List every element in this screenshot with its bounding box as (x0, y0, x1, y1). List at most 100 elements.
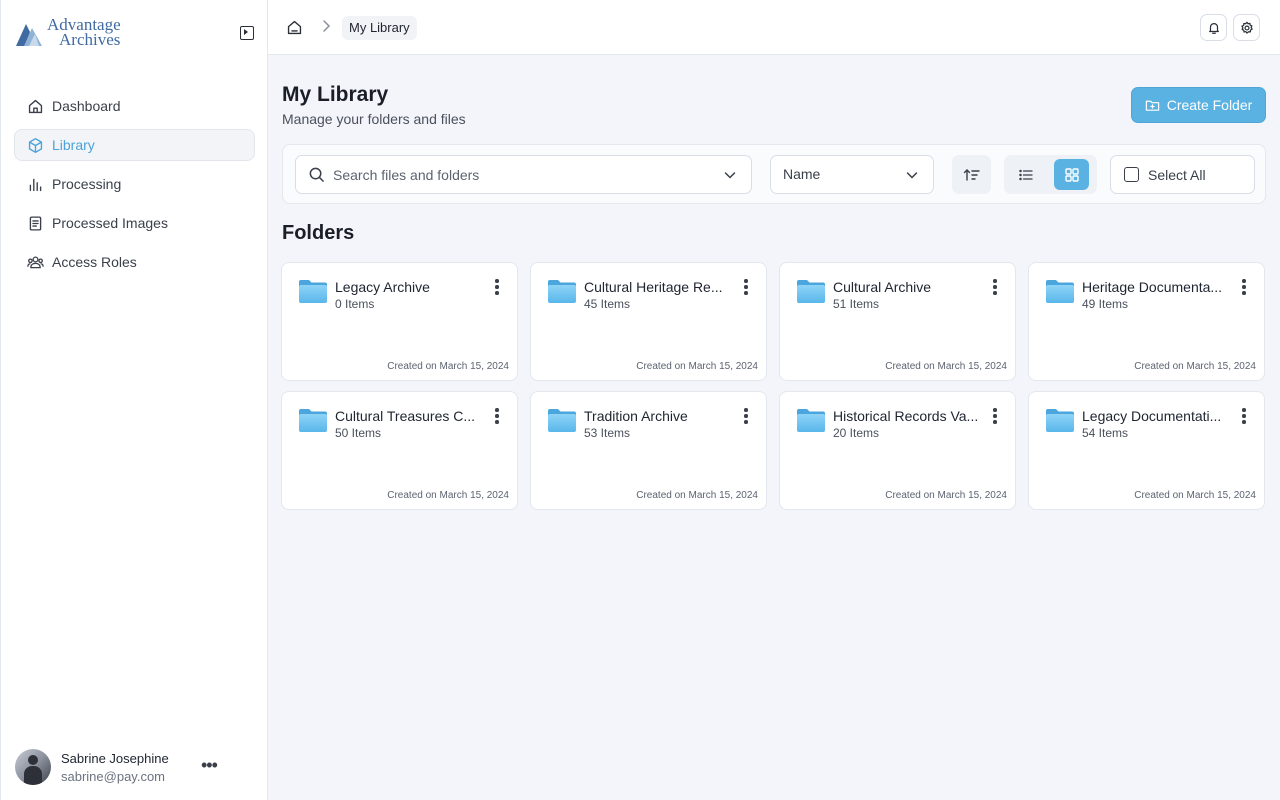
create-folder-button[interactable]: Create Folder (1131, 87, 1266, 123)
document-icon (29, 215, 42, 231)
cube-icon (28, 137, 43, 153)
folder-card[interactable]: Legacy Archive 0 Items Created on March … (281, 262, 518, 381)
folder-icon (548, 280, 576, 303)
folder-name: Cultural Heritage Re... (584, 279, 723, 295)
notifications-button[interactable] (1200, 14, 1227, 41)
more-options-icon[interactable] (988, 408, 1002, 428)
select-all-checkbox[interactable] (1124, 167, 1139, 182)
folder-item-count: 51 Items (833, 297, 880, 311)
sidebar-item-library[interactable]: Library (14, 129, 255, 161)
folder-name: Cultural Archive (833, 279, 932, 295)
create-folder-label: Create Folder (1166, 97, 1253, 113)
folder-created-date: Created on March 15, 2024 (636, 361, 758, 372)
more-options-icon[interactable] (1237, 408, 1251, 428)
settings-button[interactable] (1233, 14, 1260, 41)
users-icon (27, 256, 44, 268)
search-input[interactable] (333, 166, 713, 183)
more-options-icon[interactable] (739, 279, 753, 299)
search-icon (309, 167, 324, 182)
sidebar-item-label: Processed Images (52, 215, 168, 231)
folder-card[interactable]: Historical Records Va... 20 Items Create… (779, 391, 1016, 510)
folder-card[interactable]: Cultural Heritage Re... 45 Items Created… (530, 262, 767, 381)
sidebar-item-processed-images[interactable]: Processed Images (14, 207, 255, 239)
brand-line-2: Archives (59, 30, 121, 49)
folder-created-date: Created on March 15, 2024 (885, 490, 1007, 501)
bar-chart-icon (29, 178, 42, 191)
list-icon (1018, 169, 1033, 180)
folder-card[interactable]: Tradition Archive 53 Items Created on Ma… (530, 391, 767, 510)
page-subtitle: Manage your folders and files (282, 111, 466, 127)
sidebar-item-label: Processing (52, 176, 122, 192)
folder-icon (1046, 280, 1074, 303)
page-title: My Library (282, 83, 389, 106)
chevron-down-icon[interactable] (723, 168, 737, 182)
more-options-icon[interactable] (739, 408, 753, 428)
folder-icon (1046, 409, 1074, 432)
select-all-toggle[interactable]: Select All (1110, 155, 1255, 194)
folder-created-date: Created on March 15, 2024 (885, 361, 1007, 372)
list-view-button[interactable] (1008, 159, 1043, 190)
sidebar-item-label: Dashboard (52, 98, 121, 114)
user-email: sabrine@pay.com (61, 768, 165, 784)
folder-name: Cultural Treasures C... (335, 408, 476, 424)
gear-icon (1240, 21, 1253, 34)
folder-icon (797, 409, 825, 432)
more-options-icon[interactable] (1237, 279, 1251, 299)
sort-direction-button[interactable] (952, 155, 991, 194)
sort-by-value: Name (783, 166, 821, 182)
avatar[interactable] (15, 749, 51, 785)
folder-created-date: Created on March 15, 2024 (1134, 490, 1256, 501)
user-profile: Sabrine Josephine sabrine@pay.com ••• (15, 749, 255, 785)
folder-item-count: 54 Items (1082, 426, 1129, 440)
breadcrumb-home-icon[interactable] (286, 19, 303, 36)
folder-name: Historical Records Va... (833, 408, 979, 424)
folder-card[interactable]: Heritage Documenta... 49 Items Created o… (1028, 262, 1265, 381)
folder-item-count: 49 Items (1082, 297, 1129, 311)
sidebar-item-label: Library (52, 137, 95, 153)
folder-name: Legacy Archive (335, 279, 430, 295)
sidebar-item-processing[interactable]: Processing (14, 168, 255, 200)
folder-created-date: Created on March 15, 2024 (387, 490, 509, 501)
folder-card[interactable]: Cultural Archive 51 Items Created on Mar… (779, 262, 1016, 381)
user-menu-icon[interactable]: ••• (201, 755, 218, 776)
search-box (295, 155, 752, 194)
folder-icon (299, 280, 327, 303)
chevron-down-icon (906, 172, 918, 179)
folder-item-count: 20 Items (833, 426, 880, 440)
bell-icon (1208, 22, 1219, 34)
folder-card[interactable]: Cultural Treasures C... 50 Items Created… (281, 391, 518, 510)
folder-item-count: 50 Items (335, 426, 382, 440)
grid-view-button[interactable] (1054, 159, 1089, 190)
folder-icon (797, 280, 825, 303)
top-bar: My Library (268, 0, 1280, 55)
select-all-label: Select All (1148, 166, 1206, 183)
more-options-icon[interactable] (988, 279, 1002, 299)
breadcrumb-current[interactable]: My Library (342, 16, 417, 40)
folder-name: Heritage Documenta... (1082, 279, 1223, 295)
folder-plus-icon (1145, 100, 1159, 111)
sidebar-item-dashboard[interactable]: Dashboard (14, 90, 255, 122)
brand-logo[interactable]: Advantage Archives (15, 16, 121, 48)
logo-mark-icon (16, 24, 42, 46)
home-icon (28, 99, 43, 113)
folder-created-date: Created on March 15, 2024 (636, 490, 758, 501)
folder-item-count: 53 Items (584, 426, 631, 440)
folder-icon (548, 409, 576, 432)
more-options-icon[interactable] (490, 279, 504, 299)
main-content: My Library Manage your folders and files… (268, 55, 1280, 800)
sidebar-nav: Dashboard Library Processing Processed I… (14, 90, 255, 285)
sidebar-collapse-icon[interactable] (240, 26, 254, 40)
user-name: Sabrine Josephine (61, 750, 169, 766)
more-options-icon[interactable] (490, 408, 504, 428)
sort-by-select[interactable]: Name (770, 155, 934, 194)
folder-card[interactable]: Legacy Documentati... 54 Items Created o… (1028, 391, 1265, 510)
grid-icon (1064, 167, 1079, 182)
folder-grid: Legacy Archive 0 Items Created on March … (281, 262, 1267, 510)
folder-created-date: Created on March 15, 2024 (1134, 361, 1256, 372)
breadcrumb-chevron-icon (323, 20, 331, 32)
sidebar: Advantage Archives Dashboard Library Pro… (0, 0, 268, 800)
sidebar-item-access-roles[interactable]: Access Roles (14, 246, 255, 278)
folder-name: Legacy Documentati... (1082, 408, 1222, 424)
folder-icon (299, 409, 327, 432)
folder-created-date: Created on March 15, 2024 (387, 361, 509, 372)
